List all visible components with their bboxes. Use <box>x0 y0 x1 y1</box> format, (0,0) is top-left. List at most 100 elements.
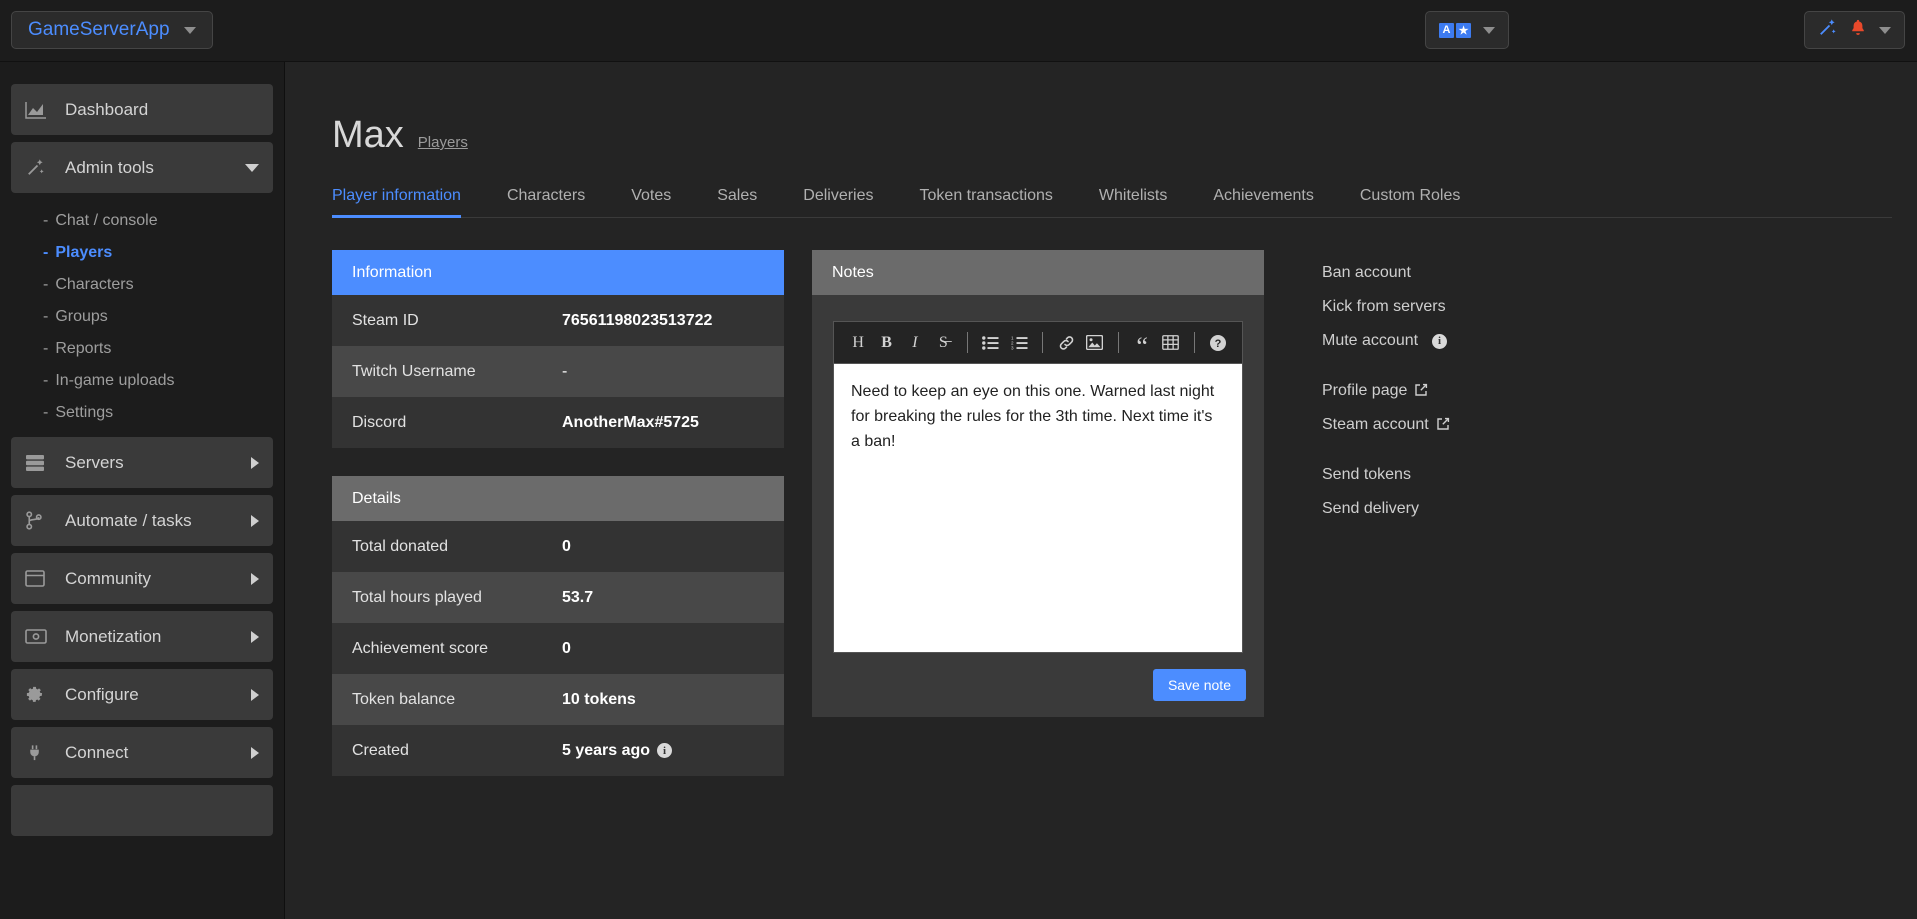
chevron-down-icon <box>183 26 196 34</box>
actions-column: Ban account Kick from servers Mute accou… <box>1322 250 1622 804</box>
help-icon[interactable]: ? <box>1204 328 1232 358</box>
table-row: Token balance 10 tokens <box>332 674 784 725</box>
language-selector[interactable]: A ★ <box>1425 11 1509 49</box>
breadcrumb-players[interactable]: Players <box>418 134 468 151</box>
page-header: Max Players <box>332 114 1917 157</box>
action-ban-account[interactable]: Ban account <box>1322 256 1622 290</box>
action-steam-account[interactable]: Steam account <box>1322 408 1622 442</box>
sidebar-subitem-label: Chat / console <box>55 212 158 229</box>
dash-prefix: - <box>43 340 49 357</box>
tab-whitelists[interactable]: Whitelists <box>1099 179 1189 217</box>
actions-divider <box>1322 358 1622 374</box>
tab-characters[interactable]: Characters <box>507 179 607 217</box>
action-profile-page[interactable]: Profile page <box>1322 374 1622 408</box>
chevron-right-icon <box>251 746 259 759</box>
sidebar-item-configure[interactable]: Configure <box>11 669 273 720</box>
chevron-down-icon <box>1483 26 1495 34</box>
tab-achievements[interactable]: Achievements <box>1213 179 1336 217</box>
italic-icon[interactable]: I <box>901 328 929 358</box>
row-key: Discord <box>352 413 407 431</box>
sidebar-item-connect[interactable]: Connect <box>11 727 273 778</box>
bold-icon[interactable]: B <box>872 328 900 358</box>
row-key: Created <box>352 741 409 759</box>
row-value: 53.7 <box>562 588 594 606</box>
information-panel-heading: Information <box>332 250 784 295</box>
details-panel-heading: Details <box>332 476 784 521</box>
tab-token-transactions[interactable]: Token transactions <box>920 179 1075 217</box>
row-key: Total donated <box>352 537 449 555</box>
sidebar-item-dashboard[interactable]: Dashboard <box>11 84 273 135</box>
sidebar-item-servers[interactable]: Servers <box>11 437 273 488</box>
chevron-down-icon <box>245 163 259 172</box>
link-icon[interactable] <box>1052 328 1080 358</box>
action-label: Send delivery <box>1322 500 1419 517</box>
sidebar-item-label: Automate / tasks <box>65 510 192 530</box>
note-text-area[interactable]: Need to keep an eye on this one. Warned … <box>834 364 1242 652</box>
money-bill-icon <box>25 629 53 644</box>
external-link-icon <box>1436 417 1450 434</box>
bell-icon[interactable] <box>1849 18 1867 43</box>
sidebar-item-community[interactable]: Community <box>11 553 273 604</box>
top-bar: GameServerApp A ★ <box>0 0 1917 62</box>
action-mute-account[interactable]: Mute account i <box>1322 324 1622 358</box>
sidebar-subitem-groups[interactable]: - Groups <box>41 301 273 333</box>
numbered-list-icon[interactable]: 1 2 3 <box>1005 328 1033 358</box>
dash-prefix: - <box>43 244 49 261</box>
quote-icon[interactable]: “ <box>1128 328 1156 360</box>
action-send-tokens[interactable]: Send tokens <box>1322 458 1622 492</box>
sidebar-item-label: Configure <box>65 684 139 704</box>
heading-icon[interactable]: H <box>844 328 872 358</box>
sidebar-item-partial[interactable] <box>11 785 273 836</box>
row-key: Twitch Username <box>352 362 476 380</box>
row-value: 10 tokens <box>562 690 636 708</box>
row-key: Steam ID <box>352 311 419 329</box>
sidebar-item-monetization[interactable]: Monetization <box>11 611 273 662</box>
row-value: - <box>562 362 568 380</box>
save-note-button[interactable]: Save note <box>1152 669 1246 701</box>
sidebar-subitem-players[interactable]: - Players <box>41 237 273 269</box>
external-link-icon <box>1414 383 1428 400</box>
code-branch-icon <box>25 511 53 530</box>
chevron-right-icon <box>251 456 259 469</box>
tab-deliveries[interactable]: Deliveries <box>803 179 895 217</box>
sidebar-item-label: Dashboard <box>65 99 149 119</box>
sidebar-item-admin-tools[interactable]: Admin tools <box>11 142 273 193</box>
notifications-group[interactable] <box>1804 11 1905 49</box>
tab-player-information[interactable]: Player information <box>332 179 483 218</box>
left-column: Information Steam ID 76561198023513722 T… <box>332 250 784 804</box>
action-label: Profile page <box>1322 382 1408 399</box>
tab-sales[interactable]: Sales <box>717 179 779 217</box>
sidebar-subitem-chat-console[interactable]: - Chat / console <box>41 205 273 237</box>
sidebar-item-label: Community <box>65 568 151 588</box>
note-editor: H B I S̶ 1 2 3 “ ? Need to keep an eye o… <box>833 321 1243 653</box>
info-icon[interactable]: i <box>1432 333 1448 349</box>
notes-column: Notes H B I S̶ 1 2 3 “ ? Need to keep an… <box>812 250 1264 804</box>
sidebar-item-automate-tasks[interactable]: Automate / tasks <box>11 495 273 546</box>
brand-dropdown-button[interactable]: GameServerApp <box>11 11 213 49</box>
brand-label: GameServerApp <box>28 19 170 40</box>
sidebar-subitem-label: Groups <box>55 308 108 325</box>
strikethrough-icon[interactable]: S̶ <box>929 328 957 358</box>
row-value: 5 years ago <box>562 741 651 759</box>
language-flag-icon: A ★ <box>1439 22 1471 38</box>
server-rack-icon <box>25 454 53 472</box>
magic-wand-icon[interactable] <box>1818 18 1837 42</box>
table-icon[interactable] <box>1156 328 1184 358</box>
bullet-list-icon[interactable] <box>976 328 1004 358</box>
dash-prefix: - <box>43 372 49 389</box>
image-icon[interactable] <box>1081 328 1109 358</box>
action-kick-from-servers[interactable]: Kick from servers <box>1322 290 1622 324</box>
window-icon <box>25 570 53 587</box>
sidebar: Dashboard Admin tools - Chat / console -P… <box>0 62 285 919</box>
sidebar-subitem-settings[interactable]: - Settings <box>41 397 273 429</box>
page-title: Max <box>332 114 404 156</box>
row-value: 0 <box>562 537 571 555</box>
tab-custom-roles[interactable]: Custom Roles <box>1360 179 1482 217</box>
sidebar-subitem-reports[interactable]: - Reports <box>41 333 273 365</box>
info-icon[interactable]: i <box>657 743 673 758</box>
toolbar-separator <box>966 332 968 353</box>
sidebar-subitem-in-game-uploads[interactable]: - In-game uploads <box>41 365 273 397</box>
sidebar-subitem-characters[interactable]: - Characters <box>41 269 273 301</box>
tab-votes[interactable]: Votes <box>631 179 693 217</box>
action-send-delivery[interactable]: Send delivery <box>1322 492 1622 526</box>
